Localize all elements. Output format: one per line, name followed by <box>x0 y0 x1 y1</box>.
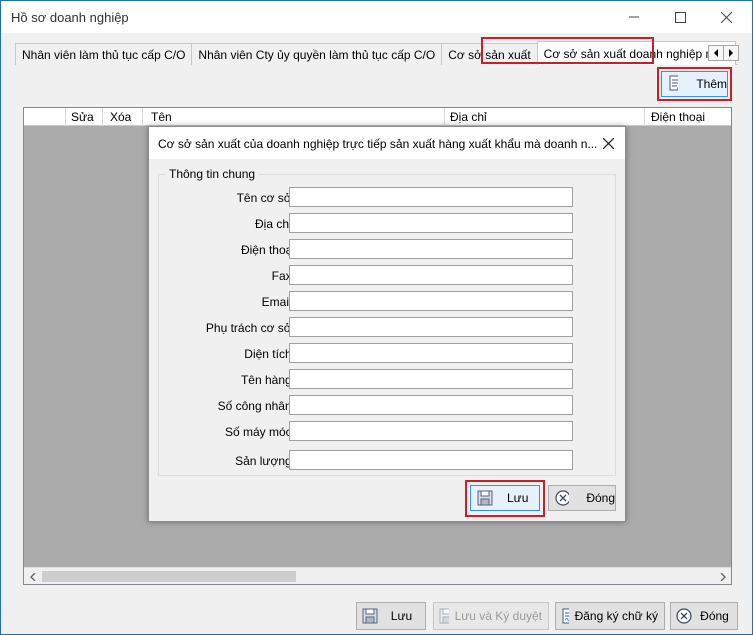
add-button[interactable]: Thêm <box>661 71 728 97</box>
machines-input[interactable] <box>289 421 573 441</box>
column-header-phone[interactable]: Điện thoại <box>651 110 705 124</box>
close-circle-icon <box>676 608 692 624</box>
dialog-save-button[interactable]: Lưu <box>470 485 540 511</box>
scroll-left-icon[interactable] <box>24 568 41 585</box>
production-facility-dialog: Cơ sở sản xuất của doanh nghiệp trực tiế… <box>148 126 626 522</box>
label-product: Tên hàng: <box>240 373 295 387</box>
window-title: Hồ sơ doanh nghiệp <box>11 10 129 25</box>
general-info-group: Thông tin chung Tên cơ sở: Địa chỉ: Điện… <box>158 167 616 476</box>
tab-nhan-vien[interactable]: Nhân viên làm thủ tục cấp C/O <box>15 43 193 65</box>
column-separator <box>444 108 445 126</box>
maximize-icon <box>674 11 686 23</box>
label-phone: Điện thoại <box>240 243 295 257</box>
arrow-right-icon <box>729 49 733 57</box>
save-icon <box>362 608 378 624</box>
column-header-edit[interactable]: Sửa <box>71 110 94 124</box>
dialog-close-label: Đóng <box>586 491 615 505</box>
tab-highlight-box <box>481 37 654 64</box>
product-input[interactable] <box>289 369 573 389</box>
column-header-name[interactable]: Tên <box>151 110 172 124</box>
tab-label: Nhân viên Cty ủy quyền làm thủ tục cấp C… <box>198 48 436 62</box>
tab-scroll-right-button[interactable] <box>723 45 739 61</box>
scroll-right-icon[interactable] <box>714 568 731 585</box>
dialog-close-action-button[interactable]: Đóng <box>548 485 616 511</box>
close-label: Đóng <box>700 609 729 623</box>
grid-header: Sửa Xóa Tên Địa chỉ Điện thoại <box>24 108 731 126</box>
close-circle-icon <box>555 490 570 506</box>
column-separator <box>142 108 143 126</box>
title-bar: Hồ sơ doanh nghiệp <box>1 1 752 33</box>
tab-nhan-vien-uy-quyen[interactable]: Nhân viên Cty ủy quyền làm thủ tục cấp C… <box>191 43 443 65</box>
label-area: Diện tích: <box>244 347 295 361</box>
column-separator <box>65 108 66 126</box>
close-window-button[interactable] <box>703 1 749 33</box>
label-machines: Số máy móc: <box>224 425 295 439</box>
save-button[interactable]: Lưu <box>356 602 426 630</box>
horizontal-scrollbar[interactable] <box>24 567 731 584</box>
minimize-icon <box>629 16 639 18</box>
column-header-delete[interactable]: Xóa <box>110 110 131 124</box>
close-icon <box>602 137 614 149</box>
manager-input[interactable] <box>289 317 573 337</box>
label-output: Sản lượng: <box>235 454 295 468</box>
register-signature-label: Đăng ký chữ ký <box>574 609 658 623</box>
column-separator <box>102 108 103 126</box>
email-input[interactable] <box>289 291 573 311</box>
tab-scroll-left-button[interactable] <box>708 45 724 61</box>
arrow-left-icon <box>714 49 718 57</box>
dialog-title: Cơ sở sản xuất của doanh nghiệp trực tiế… <box>158 137 598 151</box>
fax-input[interactable] <box>289 265 573 285</box>
output-input[interactable] <box>289 450 573 470</box>
dialog-save-label: Lưu <box>507 491 529 505</box>
phone-input[interactable] <box>289 239 573 259</box>
add-button-label: Thêm <box>696 77 727 91</box>
signature-document-icon <box>562 608 569 624</box>
close-icon <box>720 11 732 23</box>
register-signature-button[interactable]: Đăng ký chữ ký <box>555 602 665 630</box>
dialog-close-button[interactable] <box>599 134 617 152</box>
save-icon <box>477 490 493 506</box>
add-document-icon <box>669 75 679 92</box>
label-workers: Số công nhân: <box>217 399 295 413</box>
save-label: Lưu <box>390 609 413 623</box>
main-window: Hồ sơ doanh nghiệp Nhân viên làm thủ tục… <box>0 0 753 635</box>
facility-name-input[interactable] <box>289 187 573 207</box>
minimize-button[interactable] <box>611 1 657 33</box>
save-approve-icon <box>439 608 449 624</box>
tab-label: Nhân viên làm thủ tục cấp C/O <box>22 48 186 62</box>
label-manager: Phụ trách cơ sở: <box>205 321 295 335</box>
save-approve-button[interactable]: Lưu và Ký duyệt <box>433 602 549 630</box>
column-header-address[interactable]: Địa chỉ <box>450 110 487 124</box>
group-title: Thông tin chung <box>166 167 259 181</box>
label-facility-name: Tên cơ sở: <box>236 191 295 205</box>
dialog-title-bar: Cơ sở sản xuất của doanh nghiệp trực tiế… <box>149 127 625 159</box>
column-separator <box>644 108 645 126</box>
maximize-button[interactable] <box>657 1 703 33</box>
save-approve-label: Lưu và Ký duyệt <box>454 609 542 623</box>
area-input[interactable] <box>289 343 573 363</box>
close-button[interactable]: Đóng <box>670 602 738 630</box>
scrollbar-thumb[interactable] <box>42 571 296 582</box>
workers-input[interactable] <box>289 395 573 415</box>
address-input[interactable] <box>289 213 573 233</box>
